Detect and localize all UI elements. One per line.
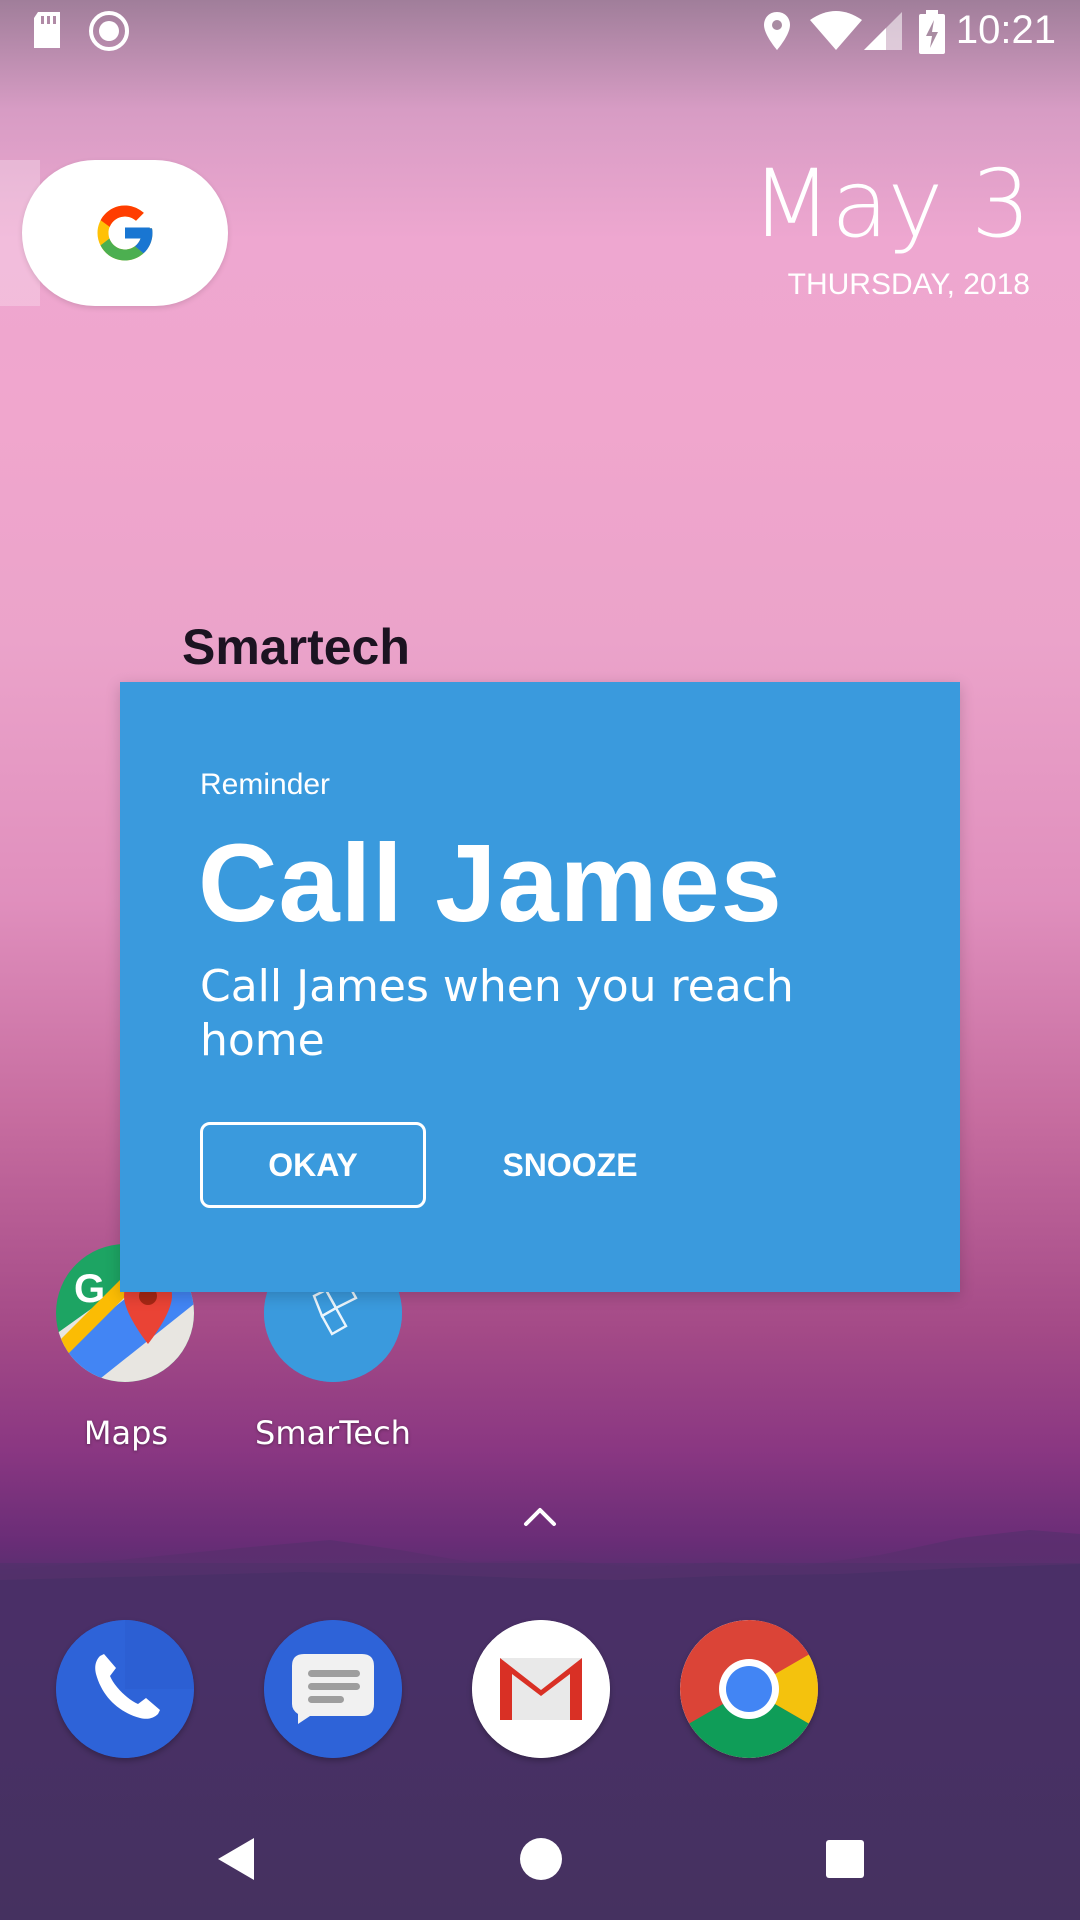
- record-icon: [89, 11, 129, 51]
- maps-app-label[interactable]: Maps: [26, 1414, 226, 1452]
- reminder-body: Call James when you reach home: [200, 961, 794, 1066]
- location-icon: [764, 12, 790, 50]
- sd-card-icon: [34, 12, 60, 48]
- wifi-icon: [810, 11, 862, 50]
- svg-text:G: G: [74, 1267, 105, 1311]
- chrome-app[interactable]: [680, 1620, 818, 1758]
- reminder-dialog: Reminder Call James Call James when you …: [120, 682, 960, 1292]
- battery-charging-icon: [919, 10, 945, 54]
- phone-app[interactable]: [56, 1620, 194, 1758]
- recents-icon[interactable]: [824, 1838, 866, 1880]
- date-widget-day[interactable]: THURSDAY, 2018: [788, 268, 1030, 302]
- gmail-icon: [472, 1620, 610, 1758]
- snooze-button[interactable]: SNOOZE: [470, 1122, 670, 1208]
- home-icon[interactable]: [518, 1836, 564, 1882]
- navigation-bar: [0, 1800, 1080, 1920]
- status-bar: 10:21: [0, 0, 1080, 64]
- messages-icon: [264, 1620, 402, 1758]
- reminder-title: Call James: [198, 822, 783, 945]
- back-icon[interactable]: [214, 1834, 258, 1884]
- phone-icon: [56, 1620, 194, 1758]
- home-screen: 10:21 May 3 THURSDAY, 2018 Smartech G Ma…: [0, 0, 1080, 1920]
- okay-button[interactable]: OKAY: [200, 1122, 426, 1208]
- status-time: 10:21: [955, 8, 1056, 52]
- reminder-kicker: Reminder: [200, 768, 331, 801]
- gmail-app[interactable]: [472, 1620, 610, 1758]
- date-widget-date[interactable]: May 3: [751, 150, 1031, 259]
- chevron-up-icon[interactable]: [522, 1504, 558, 1528]
- chrome-icon: [680, 1620, 818, 1758]
- messages-app[interactable]: [264, 1620, 402, 1758]
- smartech-widget-label: Smartech: [182, 619, 410, 675]
- signal-icon: [864, 12, 902, 50]
- google-g-icon: [97, 205, 153, 261]
- google-search-button[interactable]: [22, 160, 228, 306]
- smartech-app-label[interactable]: SmarTech: [233, 1414, 433, 1452]
